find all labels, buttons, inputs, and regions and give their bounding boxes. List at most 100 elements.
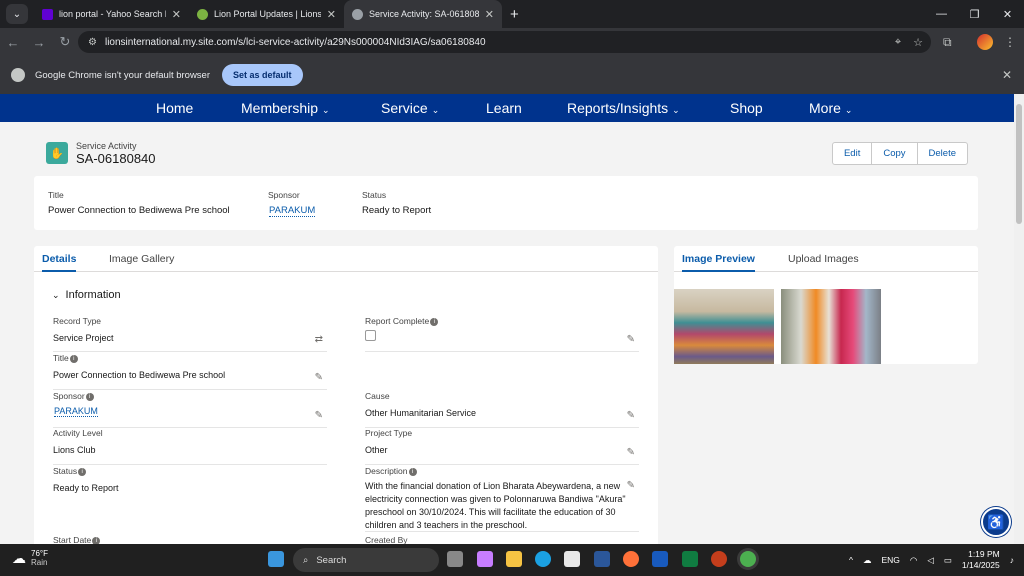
notification-bell-icon[interactable]: ♪ bbox=[1010, 555, 1014, 565]
close-tab-icon[interactable]: ✕ bbox=[172, 8, 181, 21]
new-tab-button[interactable]: + bbox=[510, 6, 519, 23]
site-info-icon[interactable]: ⚙ bbox=[88, 37, 97, 48]
sponsor-link[interactable]: PARAKUM bbox=[269, 205, 316, 217]
tab-search-button[interactable]: ⌄ bbox=[6, 4, 28, 24]
address-toolbar: ← → ↻ ⚙ lionsinternational.my.site.com/s… bbox=[0, 28, 1024, 56]
field-sponsor: Sponsor i PARAKUM ✎ bbox=[53, 391, 327, 428]
info-icon[interactable]: i bbox=[92, 536, 101, 544]
nav-membership[interactable]: Membership ⌄ bbox=[241, 100, 330, 116]
delete-button[interactable]: Delete bbox=[916, 143, 967, 164]
field-activity-level: Activity Level Lions Club bbox=[53, 428, 327, 465]
edit-pencil-icon[interactable]: ✎ bbox=[627, 334, 635, 345]
info-icon[interactable]: i bbox=[408, 467, 417, 476]
copilot-icon[interactable] bbox=[477, 551, 493, 567]
scrollbar-thumb[interactable] bbox=[1016, 104, 1022, 224]
report-complete-checkbox[interactable] bbox=[365, 330, 376, 341]
edit-pencil-icon[interactable]: ✎ bbox=[315, 410, 323, 421]
section-title: Information bbox=[65, 289, 121, 301]
record-header: ✋ Service Activity SA-06180840 Edit Copy… bbox=[34, 130, 978, 176]
profile-avatar[interactable] bbox=[977, 34, 993, 50]
url-bar[interactable]: ⚙ lionsinternational.my.site.com/s/lci-s… bbox=[78, 31, 931, 53]
cloud-icon[interactable]: ☁ bbox=[863, 555, 872, 566]
app-icon[interactable] bbox=[594, 551, 610, 567]
store-icon[interactable] bbox=[564, 551, 580, 567]
object-label: Service Activity bbox=[76, 140, 137, 151]
info-icon[interactable]: i bbox=[430, 317, 439, 326]
info-icon[interactable]: i bbox=[78, 467, 87, 476]
word-icon[interactable] bbox=[652, 551, 668, 567]
info-icon[interactable]: i bbox=[85, 392, 94, 401]
search-placeholder: Search bbox=[316, 554, 347, 566]
excel-icon[interactable] bbox=[682, 551, 698, 567]
tab-upload-images[interactable]: Upload Images bbox=[788, 253, 859, 265]
set-as-default-button[interactable]: Set as default bbox=[222, 64, 303, 86]
nav-learn[interactable]: Learn bbox=[486, 100, 522, 116]
taskbar-search[interactable]: ⌕ Search bbox=[293, 548, 439, 572]
powerpoint-icon[interactable] bbox=[711, 551, 727, 567]
chevron-up-icon[interactable]: ^ bbox=[849, 555, 853, 565]
windows-start-icon[interactable] bbox=[268, 551, 284, 567]
field-label: Status bbox=[53, 466, 78, 476]
speaker-icon[interactable]: ◁ bbox=[927, 555, 934, 566]
nav-reports-insights[interactable]: Reports/Insights ⌄ bbox=[567, 100, 680, 116]
record-name: SA-06180840 bbox=[76, 150, 156, 166]
file-explorer-icon[interactable] bbox=[506, 551, 522, 567]
infobar-close-icon[interactable]: ✕ bbox=[1002, 68, 1012, 82]
browser-tabstrip: ⌄ lion portal - Yahoo Search Resu ✕ Lion… bbox=[0, 0, 1024, 28]
edit-pencil-icon[interactable]: ✎ bbox=[315, 372, 323, 383]
battery-icon[interactable]: ▭ bbox=[944, 555, 952, 566]
change-record-type-icon[interactable]: ⇄ bbox=[315, 334, 323, 345]
tab-details[interactable]: Details bbox=[42, 253, 77, 272]
extensions-icon[interactable]: ⧉ bbox=[943, 35, 952, 50]
task-view-icon[interactable] bbox=[447, 551, 463, 567]
field-value: Lions Club bbox=[53, 445, 96, 455]
firefox-icon[interactable] bbox=[623, 551, 639, 567]
browser-tab-lions-updates[interactable]: Lion Portal Updates | Lions Club ✕ bbox=[189, 0, 344, 28]
close-tab-icon[interactable]: ✕ bbox=[485, 8, 494, 21]
sponsor-link[interactable]: PARAKUM bbox=[54, 406, 98, 417]
activity-photo-handover[interactable] bbox=[781, 289, 881, 364]
record-actions: Edit Copy Delete bbox=[831, 142, 968, 165]
tab-image-gallery[interactable]: Image Gallery bbox=[109, 253, 174, 265]
wifi-icon[interactable]: ◠ bbox=[910, 555, 917, 566]
accessibility-button[interactable]: ♿ bbox=[981, 507, 1011, 537]
field-value: With the financial donation of Lion Bhar… bbox=[365, 481, 626, 530]
information-section-toggle[interactable]: ⌄ Information bbox=[52, 289, 121, 301]
forward-icon[interactable]: → bbox=[26, 35, 52, 50]
location-icon[interactable]: ⌖ bbox=[895, 36, 901, 49]
weather-widget[interactable]: ☁ 76°F Rain bbox=[12, 549, 48, 567]
bookmark-star-icon[interactable]: ☆ bbox=[913, 36, 923, 49]
field-label: Cause bbox=[365, 391, 390, 401]
chrome-menu-icon[interactable]: ⋮ bbox=[1004, 35, 1016, 49]
nav-shop[interactable]: Shop bbox=[730, 100, 763, 116]
edit-pencil-icon[interactable]: ✎ bbox=[627, 480, 635, 491]
nav-service[interactable]: Service ⌄ bbox=[381, 100, 439, 116]
system-tray: ^ ☁ ENG ◠ ◁ ▭ 1:19 PM 1/14/2025 ♪ bbox=[849, 549, 1014, 571]
activity-photo-children[interactable] bbox=[674, 289, 774, 364]
close-window-icon[interactable]: ✕ bbox=[991, 8, 1024, 21]
highlight-value: Ready to Report bbox=[362, 205, 432, 216]
browser-tab-service-activity[interactable]: Service Activity: SA-06180840 ✕ bbox=[344, 0, 502, 28]
copy-button[interactable]: Copy bbox=[871, 143, 916, 164]
nav-home[interactable]: Home bbox=[156, 100, 193, 116]
chrome-taskbar-icon[interactable] bbox=[740, 551, 756, 567]
edit-button[interactable]: Edit bbox=[833, 143, 871, 164]
language-indicator[interactable]: ENG bbox=[882, 555, 900, 565]
nav-more[interactable]: More ⌄ bbox=[809, 100, 852, 116]
back-icon[interactable]: ← bbox=[0, 35, 26, 50]
restore-icon[interactable]: ❐ bbox=[958, 8, 991, 21]
browser-tab-yahoo[interactable]: lion portal - Yahoo Search Resu ✕ bbox=[34, 0, 189, 28]
tab-image-preview[interactable]: Image Preview bbox=[682, 253, 755, 272]
close-tab-icon[interactable]: ✕ bbox=[327, 8, 336, 21]
page-scrollbar[interactable] bbox=[1014, 94, 1024, 544]
reload-icon[interactable]: ↻ bbox=[52, 34, 78, 50]
minimize-icon[interactable]: — bbox=[925, 8, 958, 20]
info-icon[interactable]: i bbox=[69, 354, 78, 363]
url-text[interactable]: lionsinternational.my.site.com/s/lci-ser… bbox=[105, 37, 486, 48]
edit-pencil-icon[interactable]: ✎ bbox=[627, 447, 635, 458]
field-value: Other Humanitarian Service bbox=[365, 408, 477, 418]
edge-icon[interactable] bbox=[535, 551, 551, 567]
default-browser-infobar: Google Chrome isn't your default browser… bbox=[0, 56, 1024, 94]
edit-pencil-icon[interactable]: ✎ bbox=[627, 410, 635, 421]
clock[interactable]: 1:19 PM 1/14/2025 bbox=[962, 549, 1000, 571]
